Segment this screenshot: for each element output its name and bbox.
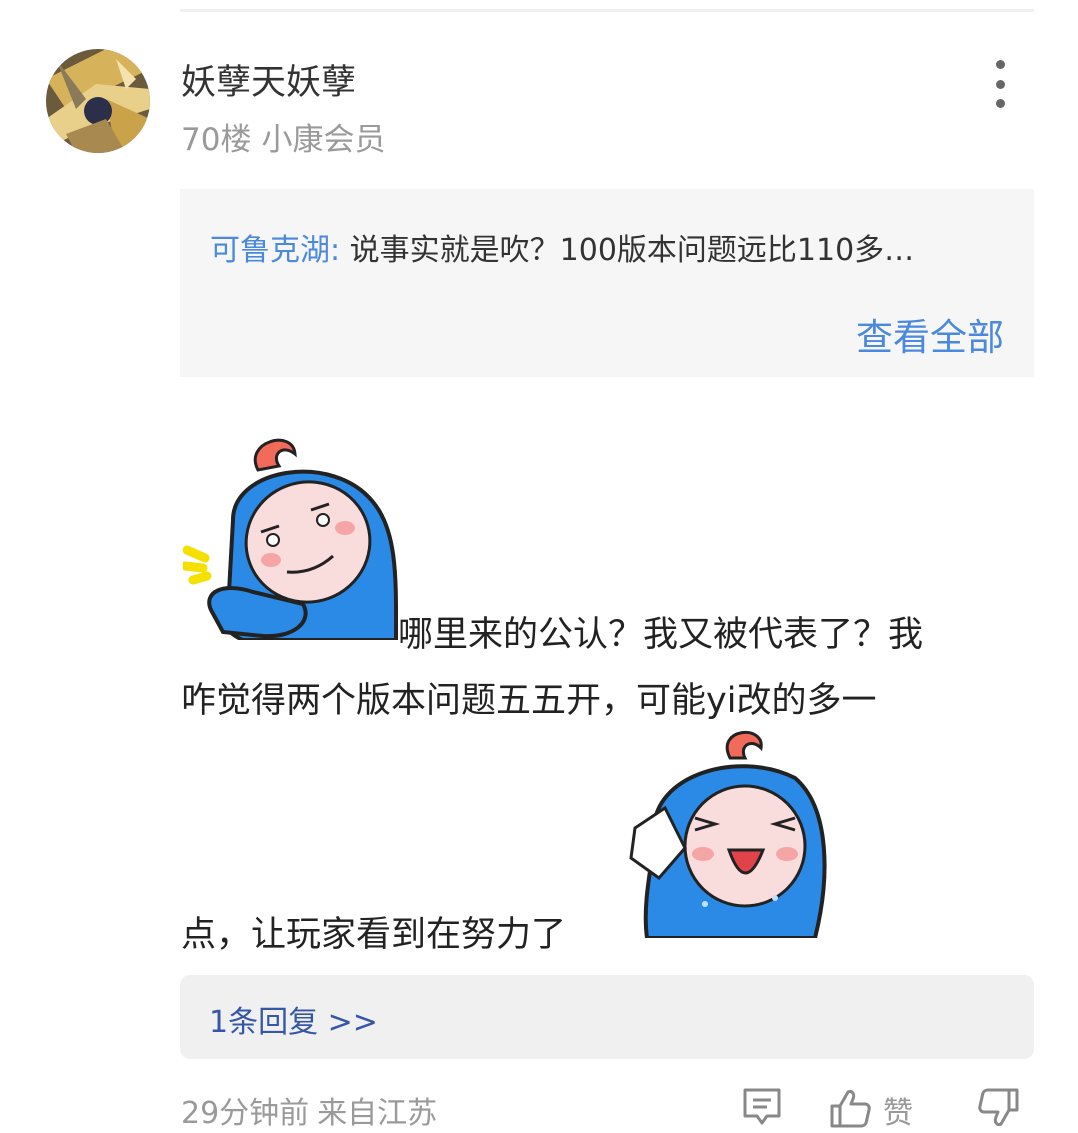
view-all-link[interactable]: 查看全部 <box>856 307 1004 361</box>
sticker-sweat <box>629 730 827 938</box>
quote-author[interactable]: 可鲁克湖: <box>210 233 340 268</box>
comment-icon[interactable] <box>741 1086 783 1128</box>
avatar[interactable] <box>46 49 150 153</box>
content-line-3: 点，让玩家看到在努力了 <box>181 915 567 955</box>
post-meta: 70楼 小康会员 <box>181 114 385 159</box>
avatar-image <box>46 49 150 153</box>
content-line-2: 咋觉得两个版本问题五五开，可能yi改的多一 <box>181 681 877 721</box>
content-line-1: 哪里来的公认？我又被代表了？我 <box>398 615 924 655</box>
sticker-hug <box>183 438 398 640</box>
more-options-button[interactable] <box>984 60 1016 108</box>
thumbs-up-icon[interactable] <box>828 1086 872 1130</box>
quote-line: 可鲁克湖: 说事实就是吹？100版本问题远比110多… <box>210 225 1010 269</box>
quoted-comment: 可鲁克湖: 说事实就是吹？100版本问题远比110多… 查看全部 <box>180 189 1034 377</box>
quote-text: 说事实就是吹？100版本问题远比110多… <box>349 233 915 268</box>
post-location: 来自江苏 <box>317 1096 438 1131</box>
member-badge: 小康会员 <box>261 122 386 158</box>
post-time: 29分钟前 <box>181 1096 310 1131</box>
more-vertical-icon <box>995 60 1005 69</box>
like-label[interactable]: 赞 <box>883 1088 913 1132</box>
username[interactable]: 妖孽天妖孽 <box>181 54 356 105</box>
floor-number: 70楼 <box>181 122 252 158</box>
view-replies-link[interactable]: 1条回复 >> <box>209 997 378 1041</box>
reply-bar[interactable]: 1条回复 >> <box>180 975 1034 1059</box>
thumbs-down-icon[interactable] <box>977 1086 1021 1130</box>
top-divider <box>180 9 1034 12</box>
post-footer-meta: 29分钟前 来自江苏 <box>181 1088 437 1132</box>
